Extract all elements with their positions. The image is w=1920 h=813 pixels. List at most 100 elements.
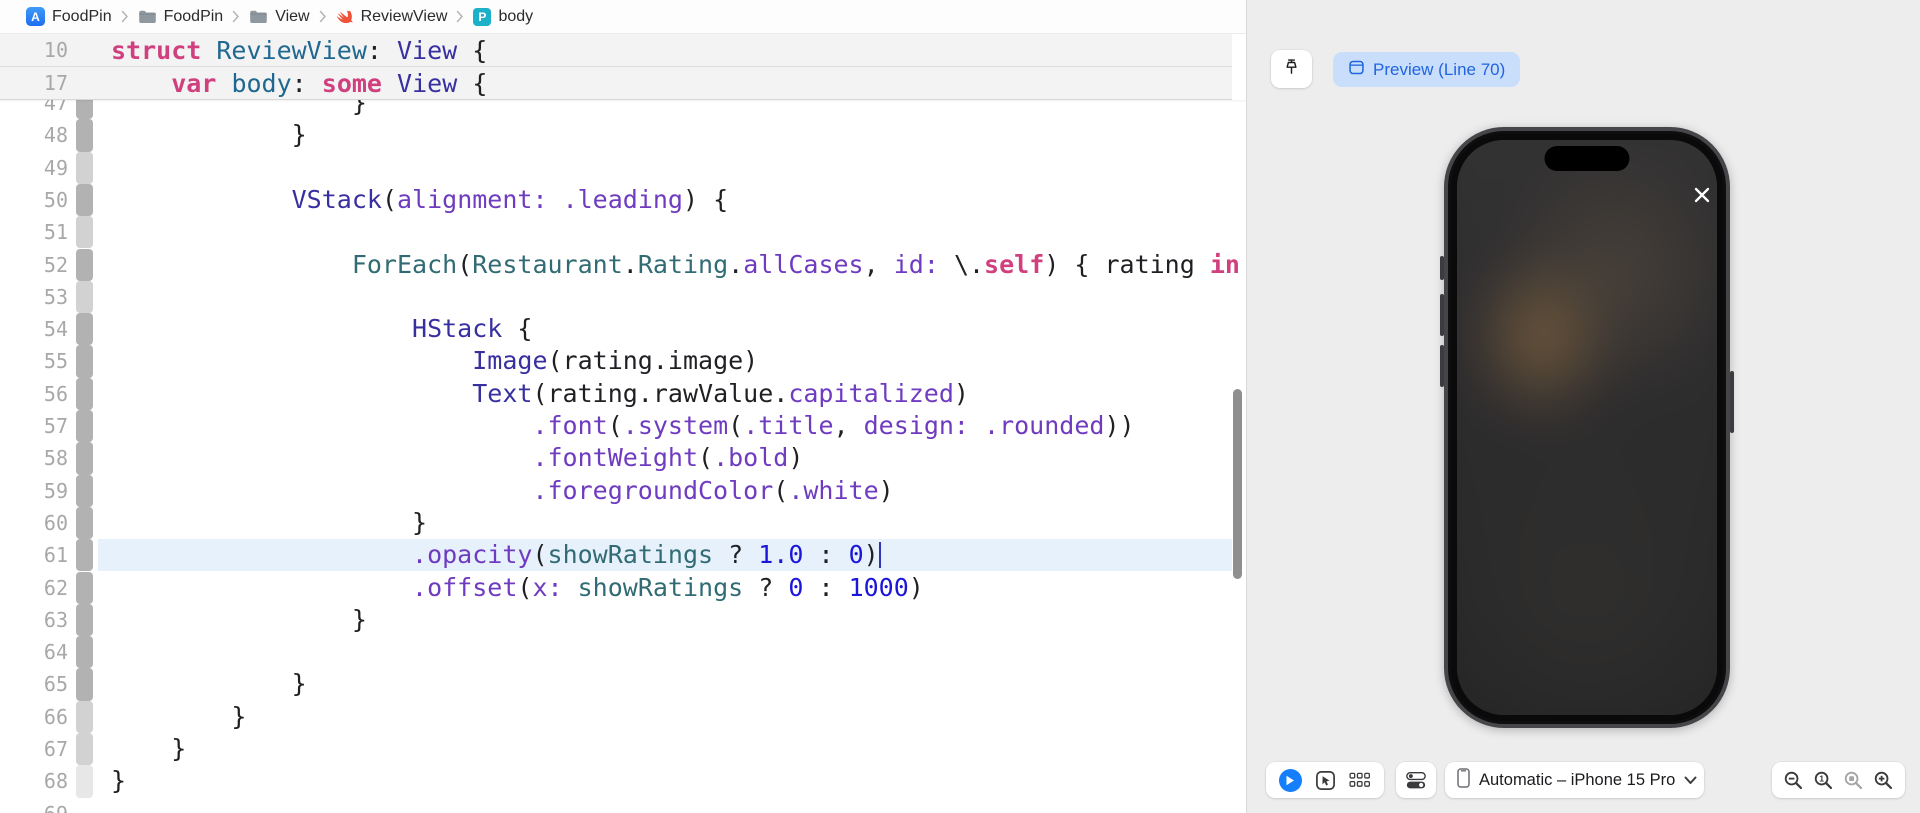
line-number[interactable]: 67	[0, 733, 68, 765]
code-line-52[interactable]: 52 ForEach(Restaurant.Rating.allCases, i…	[0, 248, 1240, 281]
fold-ribbon[interactable]	[76, 151, 93, 184]
line-number[interactable]: 52	[0, 249, 68, 281]
line-number[interactable]: 61	[0, 539, 68, 571]
code-line-65[interactable]: 65 }	[0, 668, 1232, 701]
preview-device-selector[interactable]: Automatic – iPhone 15 Pro	[1445, 762, 1704, 798]
code-line-60[interactable]: 60 }	[0, 506, 1232, 540]
action-button	[1440, 256, 1444, 280]
fold-ribbon[interactable]	[76, 733, 93, 766]
line-number[interactable]: 56	[0, 378, 68, 410]
line-number[interactable]: 68	[0, 765, 68, 797]
code-line-48[interactable]: 48 }	[0, 119, 1232, 152]
zoom-actual-size-button[interactable]: 1	[1813, 770, 1834, 791]
code-text: }	[111, 766, 127, 796]
fold-ribbon[interactable]	[76, 700, 93, 733]
fold-ribbon[interactable]	[76, 313, 93, 346]
fold-ribbon[interactable]	[76, 410, 93, 443]
code-line-67[interactable]: 67 }	[0, 733, 1232, 766]
code-line-62[interactable]: 62 .offset(x: showRatings ? 0 : 1000)	[0, 571, 1232, 604]
line-number[interactable]: 53	[0, 281, 68, 313]
fold-ribbon[interactable]	[76, 442, 93, 475]
fold-ribbon[interactable]	[76, 506, 93, 540]
breadcrumb-item-foodpin[interactable]: FoodPin	[138, 8, 223, 26]
fold-ribbon[interactable]	[76, 603, 93, 637]
line-number[interactable]: 57	[0, 410, 68, 442]
variants-mode-button[interactable]	[1349, 772, 1371, 789]
code-text: .offset(x: showRatings ? 0 : 1000)	[412, 572, 924, 602]
fold-ribbon[interactable]	[76, 571, 93, 604]
fold-ribbon[interactable]	[76, 280, 93, 314]
code-line-61[interactable]: 61 .opacity(showRatings ? 1.0 : 0)	[0, 539, 1232, 572]
app-icon: A	[26, 7, 45, 26]
code-line-51[interactable]: 51	[0, 216, 1232, 249]
selectable-mode-button[interactable]	[1315, 770, 1336, 791]
breadcrumb-item-body[interactable]: Pbody	[473, 7, 533, 26]
code-line-64[interactable]: 64	[0, 636, 1232, 669]
breadcrumb-item-foodpin[interactable]: A FoodPin	[26, 7, 112, 26]
line-number[interactable]: 58	[0, 442, 68, 474]
line-number[interactable]: 51	[0, 216, 68, 248]
code-line-10[interactable]: 10 struct ReviewView: View {	[0, 34, 1232, 67]
power-button	[1730, 371, 1734, 433]
code-line-54[interactable]: 54 HStack {	[0, 313, 1232, 346]
code-area[interactable]: 47 } 48 } 49 50 VStack(alignment: .leading)…	[0, 0, 1240, 813]
fold-ribbon[interactable]	[76, 119, 93, 152]
line-number[interactable]: 64	[0, 636, 68, 668]
fold-ribbon[interactable]	[76, 474, 93, 507]
code-line-55[interactable]: 55 Image(rating.image)	[0, 345, 1232, 378]
breadcrumb-item-view[interactable]: View	[249, 8, 310, 26]
code-line-63[interactable]: 63 }	[0, 603, 1232, 637]
pin-preview-button[interactable]	[1271, 50, 1312, 88]
code-line-50[interactable]: 50 VStack(alignment: .leading) {	[0, 183, 1232, 217]
line-number[interactable]: 55	[0, 345, 68, 377]
code-line-68[interactable]: 68}	[0, 765, 1232, 798]
code-line-49[interactable]: 49	[0, 151, 1232, 184]
fold-ribbon[interactable]	[76, 765, 93, 798]
code-line-58[interactable]: 58 .fontWeight(.bold)	[0, 442, 1232, 475]
code-line-17[interactable]: 17 var body: some View {	[0, 67, 1232, 100]
code-line-57[interactable]: 57 .font(.system(.title, design: .rounde…	[0, 410, 1232, 443]
code-text: }	[351, 604, 367, 634]
device-settings-button[interactable]	[1396, 762, 1436, 798]
line-number[interactable]: 60	[0, 507, 68, 539]
close-icon	[1694, 187, 1710, 203]
code-line-69[interactable]: 69	[0, 798, 1232, 813]
fold-ribbon[interactable]	[76, 67, 93, 99]
fold-ribbon[interactable]	[76, 248, 93, 281]
line-number[interactable]: 65	[0, 668, 68, 700]
fold-ribbon[interactable]	[76, 377, 93, 410]
fold-ribbon[interactable]	[76, 345, 93, 378]
editor-scrollbar-thumb[interactable]	[1233, 389, 1242, 579]
code-line-56[interactable]: 56 Text(rating.rawValue.capitalized)	[0, 377, 1232, 410]
fold-ribbon[interactable]	[76, 636, 93, 669]
fold-ribbon[interactable]	[76, 539, 93, 572]
zoom-in-button[interactable]	[1873, 770, 1894, 791]
zoom-out-button[interactable]	[1783, 770, 1804, 791]
line-number[interactable]: 49	[0, 152, 68, 184]
line-number[interactable]: 17	[0, 67, 68, 100]
code-text: Image(rating.image)	[472, 346, 759, 376]
code-line-59[interactable]: 59 .foregroundColor(.white)	[0, 474, 1232, 507]
zoom-to-fit-button[interactable]	[1843, 770, 1864, 791]
line-number[interactable]: 69	[0, 798, 68, 813]
line-number[interactable]: 63	[0, 604, 68, 636]
fold-ribbon[interactable]	[76, 798, 93, 813]
fold-ribbon[interactable]	[76, 668, 93, 701]
live-preview-button[interactable]	[1278, 768, 1302, 792]
fold-ribbon[interactable]	[76, 183, 93, 217]
fold-ribbon[interactable]	[76, 216, 93, 249]
preview-tab[interactable]: Preview (Line 70)	[1333, 52, 1521, 87]
line-number[interactable]: 48	[0, 119, 68, 151]
line-number[interactable]: 10	[0, 34, 68, 67]
code-line-53[interactable]: 53	[0, 280, 1232, 314]
line-number[interactable]: 66	[0, 701, 68, 733]
line-number[interactable]: 59	[0, 475, 68, 507]
line-number[interactable]: 54	[0, 313, 68, 345]
close-preview-button[interactable]	[1691, 184, 1713, 206]
breadcrumb-item-reviewview[interactable]: ReviewView	[336, 8, 447, 26]
line-number[interactable]: 50	[0, 184, 68, 216]
code-line-66[interactable]: 66 }	[0, 700, 1232, 733]
line-number[interactable]: 62	[0, 572, 68, 604]
fold-ribbon[interactable]	[76, 34, 93, 66]
code-text: Text(rating.rawValue.capitalized)	[472, 378, 969, 408]
